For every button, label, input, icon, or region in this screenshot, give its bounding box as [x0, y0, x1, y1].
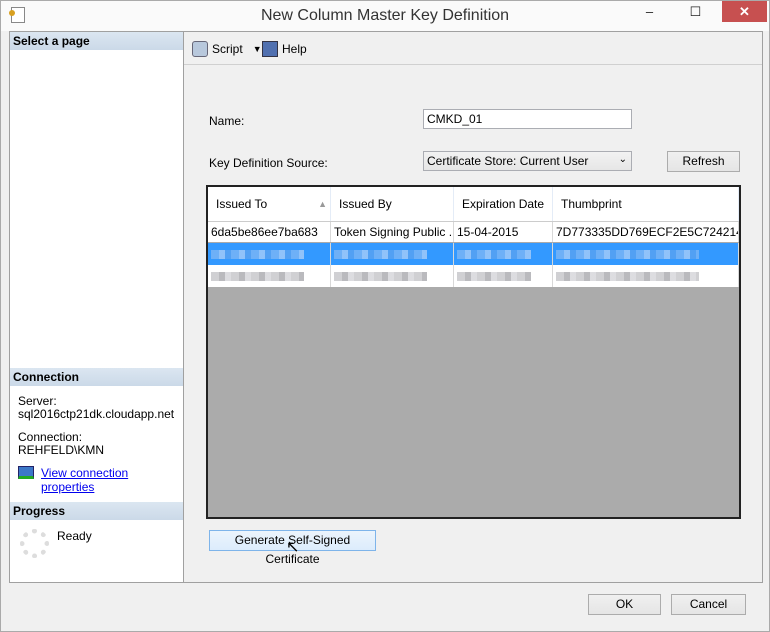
key-source-select[interactable]: Certificate Store: Current User ⌄ [423, 151, 632, 171]
connection-header: Connection [10, 368, 183, 386]
dropdown-arrow-icon[interactable]: ▼ [253, 44, 262, 54]
view-connection-properties-link[interactable]: View connection properties [41, 466, 183, 494]
minimize-button[interactable]: ‒ [627, 1, 672, 22]
column-header-expiration-date[interactable]: Expiration Date [454, 187, 553, 221]
cell-thumbprint: 7D773335DD769ECF2E5C724214... [553, 222, 739, 242]
script-label: Script [212, 42, 243, 56]
progress-status: Ready [57, 529, 92, 543]
name-label: Name: [209, 114, 245, 128]
script-scroll-icon [192, 41, 208, 57]
column-header-thumbprint[interactable]: Thumbprint [553, 187, 739, 221]
script-button[interactable]: Script ▼ [192, 41, 262, 57]
cell-redacted [454, 265, 553, 287]
help-button[interactable]: Help [262, 41, 307, 57]
cell-issued-to: 6da5be86ee7ba683 [208, 222, 331, 242]
help-label: Help [282, 42, 307, 56]
toolbar: Script ▼ Help [184, 32, 762, 65]
cell-redacted [553, 265, 739, 287]
server-value: sql2016ctp21dk.cloudapp.net [18, 407, 175, 421]
dialog-window: New Column Master Key Definition ‒ ☐ ✕ S… [0, 0, 770, 632]
column-header-issued-to[interactable]: Issued To ▲ [208, 187, 331, 221]
cell-redacted [331, 265, 454, 287]
refresh-button[interactable]: Refresh [667, 151, 740, 172]
key-source-label: Key Definition Source: [209, 156, 328, 170]
cell-redacted [208, 265, 331, 287]
column-header-issued-by[interactable]: Issued By [331, 187, 454, 221]
sort-ascending-icon: ▲ [318, 199, 327, 209]
name-input[interactable]: CMKD_01 [423, 109, 632, 129]
help-book-icon [262, 41, 278, 57]
cell-redacted [208, 243, 331, 265]
table-row-selected[interactable] [208, 243, 739, 265]
cell-redacted [553, 243, 739, 265]
maximize-button[interactable]: ☐ [673, 1, 718, 22]
title-bar: New Column Master Key Definition ‒ ☐ ✕ [1, 1, 769, 31]
ok-button[interactable]: OK [588, 594, 661, 615]
connection-label: Connection: [18, 430, 83, 444]
progress-spinner-icon [20, 529, 49, 558]
select-page-header: Select a page [10, 32, 183, 50]
cell-redacted [454, 243, 553, 265]
cell-redacted [331, 243, 454, 265]
table-row[interactable]: 6da5be86ee7ba683 Token Signing Public ..… [208, 221, 739, 243]
server-label: Server: [18, 394, 57, 408]
connection-properties-icon [18, 466, 34, 479]
cancel-button[interactable]: Cancel [671, 594, 746, 615]
close-button[interactable]: ✕ [722, 1, 767, 22]
cell-issued-by: Token Signing Public ... [331, 222, 454, 242]
grid-header: Issued To ▲ Issued By Expiration Date Thu… [208, 187, 739, 221]
certificate-grid: Issued To ▲ Issued By Expiration Date Thu… [206, 185, 741, 519]
connection-value: REHFELD\KMN [18, 443, 105, 457]
chevron-down-icon: ⌄ [618, 154, 627, 165]
cell-expiration: 15-04-2015 [454, 222, 553, 242]
key-source-value: Certificate Store: Current User [427, 154, 589, 168]
progress-header: Progress [10, 502, 183, 520]
left-panel: Select a page Connection Server: sql2016… [9, 31, 184, 583]
header-label: Issued To [216, 197, 268, 211]
table-row[interactable] [208, 265, 739, 287]
mouse-cursor-icon: ↖ [286, 539, 300, 556]
